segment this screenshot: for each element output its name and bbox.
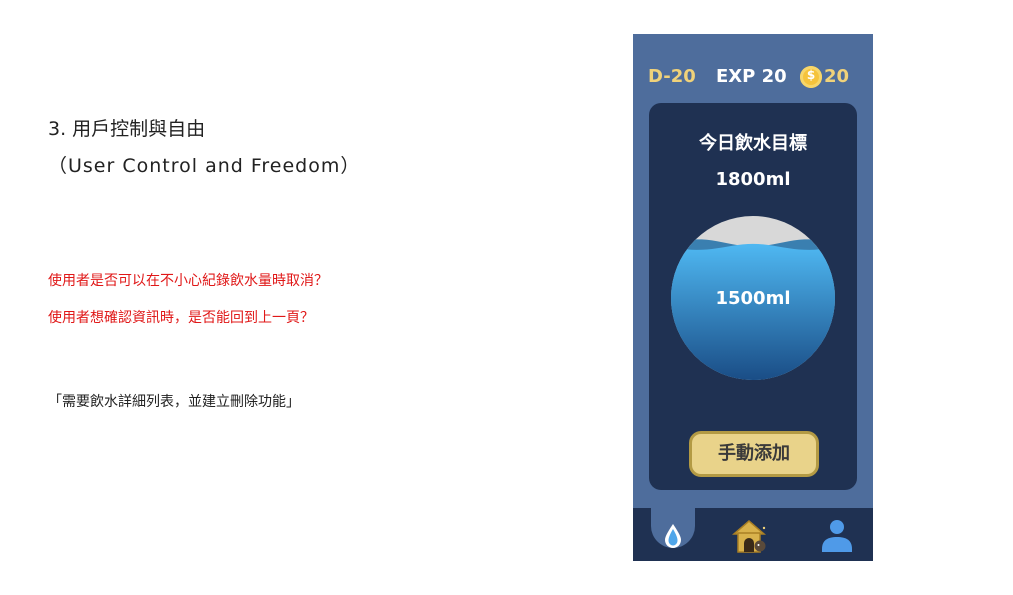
water-goal-card: 今日飲水目標 1800ml 1500ml 手動添加 <box>649 103 857 490</box>
day-counter: D-20 <box>648 66 696 87</box>
exp-counter: EXP 20 <box>716 66 787 87</box>
phone-mockup: D-20 EXP 20 20 今日飲水目標 1800ml 1500ml 手動添加 <box>633 34 873 561</box>
requirement-quote: 「需要飲水詳細列表，並建立刪除功能」 <box>48 394 300 410</box>
nav-profile-tab[interactable] <box>817 516 857 556</box>
slide-subheading: （User Control and Freedom） <box>48 155 361 177</box>
goal-title: 今日飲水目標 <box>699 133 807 154</box>
doghouse-icon <box>731 520 767 553</box>
goal-amount: 1800ml <box>715 169 791 190</box>
question-go-back: 使用者想確認資訊時，是否能回到上一頁？ <box>48 310 314 326</box>
question-undo-record: 使用者是否可以在不小心紀錄飲水量時取消？ <box>48 273 328 289</box>
coin-counter: 20 <box>824 66 850 87</box>
water-drop-icon <box>665 524 681 548</box>
nav-home-tab[interactable] <box>731 516 771 556</box>
nav-water-tab[interactable] <box>653 516 693 556</box>
coin-icon <box>800 66 822 88</box>
water-wave-front <box>671 243 835 380</box>
water-level-gauge: 1500ml <box>671 216 835 380</box>
bottom-nav <box>633 508 873 561</box>
current-amount: 1500ml <box>715 288 791 309</box>
manual-add-button[interactable]: 手動添加 <box>689 431 819 477</box>
user-icon <box>822 520 852 552</box>
slide-heading: 3. 用戶控制與自由 <box>48 118 206 140</box>
status-bar: D-20 EXP 20 20 <box>633 64 873 92</box>
